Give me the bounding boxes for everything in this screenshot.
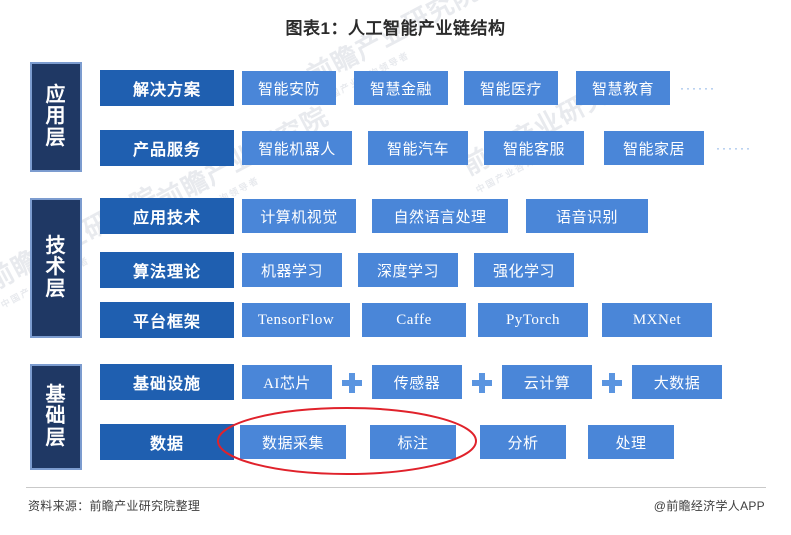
item-box-smart-security[interactable]: 智能安防 [242, 71, 336, 105]
item-box-reinforcement-learning[interactable]: 强化学习 [474, 253, 574, 287]
item-box-smart-finance[interactable]: 智慧金融 [354, 71, 448, 105]
industry-chain-diagram: 应 用 层 解决方案 智能安防 智慧金融 智能医疗 智慧教育 ······ 产品… [0, 0, 791, 535]
layer-label-char: 层 [45, 277, 67, 300]
page-title: 图表1：人工智能产业链结构 [285, 19, 506, 38]
item-box-pytorch[interactable]: PyTorch [478, 303, 588, 337]
ellipsis-application-row2: ······ [716, 141, 752, 155]
item-box-smart-home[interactable]: 智能家居 [604, 131, 704, 165]
item-box-data-collection[interactable]: 数据采集 [240, 425, 346, 459]
plus-icon [602, 373, 622, 393]
item-box-caffe[interactable]: Caffe [362, 303, 466, 337]
layer-label-char: 术 [45, 256, 67, 279]
plus-icon [472, 373, 492, 393]
item-box-annotation[interactable]: 标注 [370, 425, 456, 459]
layer-label-technology: 技 术 层 [30, 198, 82, 338]
item-box-tensorflow[interactable]: TensorFlow [242, 303, 350, 337]
item-box-smart-customer-service[interactable]: 智能客服 [484, 131, 584, 165]
item-box-processing[interactable]: 处理 [588, 425, 674, 459]
layer-label-char: 础 [45, 405, 67, 428]
category-box-product-service[interactable]: 产品服务 [100, 130, 234, 166]
category-box-infrastructure[interactable]: 基础设施 [100, 364, 234, 400]
layer-label-char: 应 [45, 83, 67, 106]
layer-label-char: 用 [45, 105, 67, 128]
category-box-platform-framework[interactable]: 平台框架 [100, 302, 234, 338]
item-box-deep-learning[interactable]: 深度学习 [358, 253, 458, 287]
item-box-nlp[interactable]: 自然语言处理 [372, 199, 508, 233]
category-box-data[interactable]: 数据 [100, 424, 234, 460]
layer-label-application: 应 用 层 [30, 62, 82, 172]
item-box-machine-learning[interactable]: 机器学习 [242, 253, 342, 287]
item-box-smart-education[interactable]: 智慧教育 [576, 71, 670, 105]
category-box-algorithm-theory[interactable]: 算法理论 [100, 252, 234, 288]
category-box-application-technology[interactable]: 应用技术 [100, 198, 234, 234]
layer-label-char: 技 [45, 234, 67, 257]
item-box-big-data[interactable]: 大数据 [632, 365, 722, 399]
plus-icon [342, 373, 362, 393]
item-box-sensor[interactable]: 传感器 [372, 365, 462, 399]
item-box-cloud-computing[interactable]: 云计算 [502, 365, 592, 399]
category-box-solution[interactable]: 解决方案 [100, 70, 234, 106]
layer-label-char: 层 [45, 426, 67, 449]
item-box-mxnet[interactable]: MXNet [602, 303, 712, 337]
item-box-computer-vision[interactable]: 计算机视觉 [242, 199, 356, 233]
item-box-ai-chip[interactable]: AI芯片 [242, 365, 332, 399]
layer-label-char: 基 [45, 383, 67, 406]
item-box-speech-recognition[interactable]: 语音识别 [526, 199, 648, 233]
ellipsis-application-row1: ······ [680, 81, 716, 95]
item-box-smart-healthcare[interactable]: 智能医疗 [464, 71, 558, 105]
item-box-analysis[interactable]: 分析 [480, 425, 566, 459]
item-box-smart-robot[interactable]: 智能机器人 [242, 131, 352, 165]
layer-label-foundation: 基 础 层 [30, 364, 82, 470]
item-box-smart-car[interactable]: 智能汽车 [368, 131, 468, 165]
layer-label-char: 层 [45, 126, 67, 149]
